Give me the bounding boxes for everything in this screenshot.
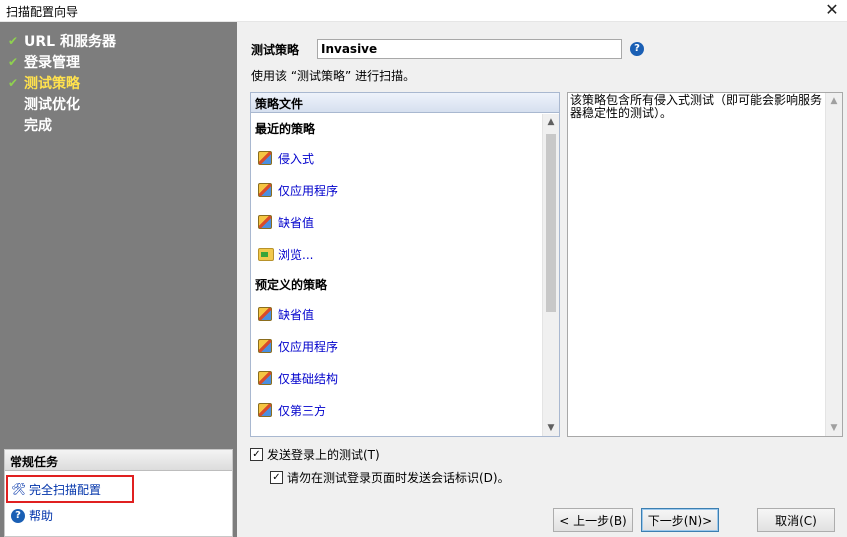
next-button[interactable]: 下一步(N)> — [641, 508, 719, 532]
checkmark-icon: ✔ — [8, 54, 19, 69]
policy-files-header: 策略文件 — [251, 93, 559, 113]
policy-info-text: 该策略包含所有侵入式测试（即可能会影响服务器稳定性的测试）。 — [570, 93, 823, 120]
no-session-ids-checkbox[interactable]: ✓ — [270, 471, 283, 484]
recent-policy-app-only[interactable]: 仅应用程序 — [251, 174, 543, 206]
predefined-policy-third-party[interactable]: 仅第三方 — [251, 394, 543, 426]
step-test-policy: ✔ 测试策略 — [8, 75, 80, 92]
send-login-tests-checkbox[interactable]: ✓ — [250, 448, 263, 461]
predefined-policies-title: 预定义的策略 — [255, 278, 328, 292]
help-icon: ? — [11, 509, 25, 523]
checkmark-icon: ✔ — [8, 75, 19, 90]
policy-files-panel: 策略文件 最近的策略 侵入式 仅应用程序 缺省值 浏览... 预定义的策略 缺省… — [250, 92, 560, 437]
open-folder-icon — [258, 247, 274, 261]
no-session-ids-option[interactable]: ✓ 请勿在测试登录页面时发送会话标识(D)。 — [270, 469, 510, 486]
scroll-up-icon[interactable]: ▲ — [826, 93, 842, 109]
full-scan-config-link[interactable]: 🛠 完全扫描配置 — [6, 475, 134, 503]
predefined-policy-default[interactable]: 缺省值 — [251, 298, 543, 330]
policy-list: 最近的策略 侵入式 仅应用程序 缺省值 浏览... 预定义的策略 缺省值 仅应用… — [251, 114, 543, 436]
policy-icon — [258, 403, 272, 417]
policy-description: 使用该 “测试策略” 进行扫描。 — [251, 69, 416, 83]
scroll-thumb[interactable] — [546, 134, 556, 312]
send-login-tests-option[interactable]: ✓ 发送登录上的测试(T) — [250, 446, 380, 463]
policy-icon — [258, 339, 272, 353]
policy-row: 测试策略 Invasive ? — [251, 39, 644, 59]
policy-icon — [258, 151, 272, 165]
help-link[interactable]: ? 帮助 — [11, 506, 53, 524]
tools-icon: 🛠 — [11, 482, 27, 496]
main-content: 测试策略 Invasive ? 使用该 “测试策略” 进行扫描。 策略文件 最近… — [237, 22, 847, 537]
common-tasks-panel: 常规任务 🛠 完全扫描配置 ? 帮助 — [4, 449, 233, 537]
step-url-servers: ✔ URL 和服务器 — [8, 33, 116, 50]
step-finish: 完成 — [24, 117, 52, 134]
recent-policies-title: 最近的策略 — [255, 122, 316, 136]
common-tasks-header: 常规任务 — [5, 450, 232, 471]
checkmark-icon: ✔ — [8, 33, 19, 48]
step-login-management: ✔ 登录管理 — [8, 54, 80, 71]
step-list: ✔ URL 和服务器 ✔ 登录管理 ✔ 测试策略 测试优化 完成 — [8, 30, 116, 135]
title-bar: 扫描配置向导 ✕ — [0, 0, 847, 22]
recent-policy-invasive[interactable]: 侵入式 — [251, 142, 543, 174]
policy-icon — [258, 371, 272, 385]
window-title: 扫描配置向导 — [6, 5, 79, 19]
info-scrollbar[interactable]: ▲ ▼ — [825, 93, 842, 436]
cancel-button[interactable]: 取消(C) — [757, 508, 835, 532]
policy-icon — [258, 307, 272, 321]
predefined-policy-app-only[interactable]: 仅应用程序 — [251, 330, 543, 362]
policy-name-field[interactable]: Invasive — [317, 39, 622, 59]
scroll-up-icon[interactable]: ▲ — [543, 114, 559, 130]
close-icon[interactable]: ✕ — [821, 0, 843, 22]
scroll-down-icon[interactable]: ▼ — [543, 420, 559, 436]
policy-list-scrollbar[interactable]: ▲ ▼ — [542, 114, 559, 436]
step-test-optimization: 测试优化 — [24, 96, 80, 113]
policy-label: 测试策略 — [251, 42, 300, 57]
predefined-policy-infra-only[interactable]: 仅基础结构 — [251, 362, 543, 394]
browse-link[interactable]: 浏览... — [251, 238, 543, 270]
policy-icon — [258, 183, 272, 197]
policy-info-box: 该策略包含所有侵入式测试（即可能会影响服务器稳定性的测试）。 ▲ ▼ — [567, 92, 843, 437]
help-icon[interactable]: ? — [630, 42, 644, 56]
recent-policy-default[interactable]: 缺省值 — [251, 206, 543, 238]
policy-icon — [258, 215, 272, 229]
wizard-steps-panel: ✔ URL 和服务器 ✔ 登录管理 ✔ 测试策略 测试优化 完成 常规任务 🛠 … — [0, 22, 237, 537]
back-button[interactable]: < 上一步(B) — [553, 508, 633, 532]
scroll-down-icon[interactable]: ▼ — [826, 420, 842, 436]
